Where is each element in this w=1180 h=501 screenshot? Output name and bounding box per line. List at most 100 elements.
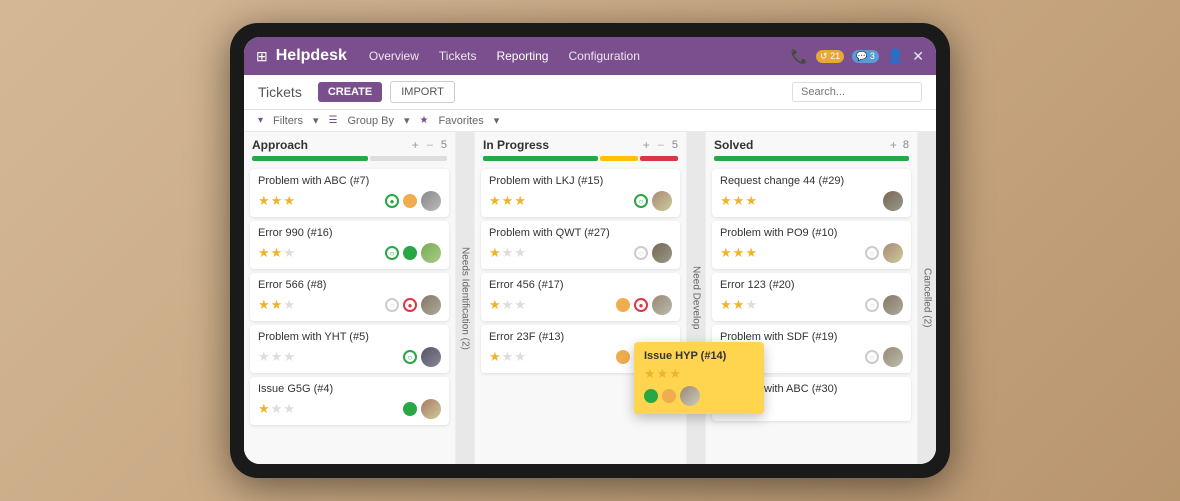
card-title: Problem with YHT (#5)	[258, 331, 441, 343]
col-collapse-inprogress[interactable]: –	[656, 139, 666, 151]
status-dot-green: ●	[385, 194, 399, 208]
groupby-separator: ▾	[404, 114, 410, 127]
stars: ★ ★ ★	[489, 349, 526, 365]
favorites-button[interactable]: Favorites	[438, 115, 483, 127]
import-button[interactable]: IMPORT	[390, 81, 455, 103]
card-title: Problem with LKJ (#15)	[489, 175, 672, 187]
star-3: ★	[514, 297, 526, 313]
star-1: ★	[489, 297, 501, 313]
stars: ★ ★ ★	[258, 349, 295, 365]
card-e456[interactable]: Error 456 (#17) ★ ★ ★ ●	[481, 273, 680, 321]
col-add-solved[interactable]: +	[890, 138, 897, 152]
card-title: Problem with QWT (#27)	[489, 227, 672, 239]
stars: ★ ★ ★	[258, 401, 295, 417]
star-1: ★	[720, 297, 732, 313]
card-lkj15[interactable]: Problem with LKJ (#15) ★ ★ ★ ○	[481, 169, 680, 217]
card-meta: ○	[634, 243, 672, 263]
star-3: ★	[283, 297, 295, 313]
status-dot: ○	[634, 194, 648, 208]
close-icon[interactable]: ✕	[912, 48, 924, 65]
card-title: Error 566 (#8)	[258, 279, 441, 291]
stars: ★ ★ ★	[258, 297, 295, 313]
chat-badge[interactable]: 💬 3	[852, 50, 879, 63]
groupby-icon: ☰	[329, 115, 338, 126]
card-meta: ●	[385, 191, 441, 211]
toolbar: Tickets CREATE IMPORT	[244, 75, 936, 110]
card-e990[interactable]: Error 990 (#16) ★ ★ ★ ○	[250, 221, 449, 269]
card-title: Problem with ABC (#7)	[258, 175, 441, 187]
card-meta: ○	[634, 191, 672, 211]
star-3: ★	[514, 349, 526, 365]
tablet-device: ⊞ Helpdesk Overview Tickets Reporting Co…	[230, 23, 950, 478]
col-header-solved: Solved + 8	[706, 132, 917, 156]
star-2: ★	[502, 193, 514, 209]
col-actions-solved: + 8	[890, 138, 909, 152]
vertical-col-need-develop[interactable]: Need Develop	[687, 132, 705, 464]
group-by-button[interactable]: Group By	[347, 115, 393, 127]
card-meta: ●	[616, 295, 672, 315]
star-3: ★	[669, 366, 681, 382]
star-3: ★	[283, 193, 295, 209]
search-input[interactable]	[792, 82, 922, 102]
col-actions-inprogress: + – 5	[643, 138, 678, 152]
star-3: ★	[514, 193, 526, 209]
stars: ★ ★ ★	[258, 245, 295, 261]
stars: ★ ★ ★	[720, 193, 757, 209]
col-count-solved: 8	[903, 139, 909, 151]
col-title-solved: Solved	[714, 138, 753, 152]
hover-card-hyp14[interactable]: Issue HYP (#14) ★ ★ ★	[634, 342, 764, 414]
clock-badge[interactable]: ↺ 21	[816, 50, 844, 63]
filters-button[interactable]: Filters	[273, 115, 303, 127]
card-title: Problem with PO9 (#10)	[720, 227, 903, 239]
star-icon: ★	[419, 115, 428, 126]
page-title: Tickets	[258, 84, 302, 100]
star-3: ★	[283, 401, 295, 417]
status-dot-orange	[662, 389, 676, 403]
grid-icon[interactable]: ⊞	[256, 48, 268, 65]
avatar	[883, 347, 903, 367]
status-dot: ○	[865, 298, 879, 312]
nav-reporting[interactable]: Reporting	[492, 47, 552, 65]
kanban-col-solved: Solved + 8 Request change 44 (#29)	[706, 132, 917, 464]
card-meta: ○	[403, 347, 441, 367]
card-footer: ★ ★ ★ ○	[720, 295, 903, 315]
card-meta: ○	[385, 243, 441, 263]
kanban-board-container: Approach + – 5 Problem with ABC (#	[244, 132, 936, 464]
star-3: ★	[745, 297, 757, 313]
stars: ★ ★ ★	[489, 193, 526, 209]
star-2: ★	[657, 366, 669, 382]
card-footer: ★ ★ ★	[258, 399, 441, 419]
card-e123[interactable]: Error 123 (#20) ★ ★ ★ ○	[712, 273, 911, 321]
star-3: ★	[745, 193, 757, 209]
hover-card-title: Issue HYP (#14)	[644, 350, 754, 362]
card-qwt27[interactable]: Problem with QWT (#27) ★ ★ ★ ○	[481, 221, 680, 269]
card-e566[interactable]: Error 566 (#8) ★ ★ ★ ○ ●	[250, 273, 449, 321]
avatar	[652, 191, 672, 211]
card-footer: ★ ★ ★ ○	[258, 243, 441, 263]
avatar	[652, 295, 672, 315]
card-po9[interactable]: Problem with PO9 (#10) ★ ★ ★ ○	[712, 221, 911, 269]
card-rc44[interactable]: Request change 44 (#29) ★ ★ ★	[712, 169, 911, 217]
card-footer: ★ ★ ★ ○	[489, 243, 672, 263]
vertical-col-needs-id[interactable]: Needs Identification (2)	[456, 132, 474, 464]
star-1: ★	[489, 193, 501, 209]
card-yht5[interactable]: Problem with YHT (#5) ★ ★ ★ ○	[250, 325, 449, 373]
nav-overview[interactable]: Overview	[365, 47, 423, 65]
col-collapse-approach[interactable]: –	[425, 139, 435, 151]
card-abc7[interactable]: Problem with ABC (#7) ★ ★ ★ ●	[250, 169, 449, 217]
star-2: ★	[271, 245, 283, 261]
col-add-inprogress[interactable]: +	[643, 138, 650, 152]
progress-solved	[714, 156, 909, 161]
nav-tickets[interactable]: Tickets	[435, 47, 481, 65]
phone-icon[interactable]: 📞	[791, 48, 808, 65]
card-g5g4[interactable]: Issue G5G (#4) ★ ★ ★	[250, 377, 449, 425]
status-dot: ○	[385, 246, 399, 260]
ps-green-full	[714, 156, 909, 161]
vertical-col-cancelled[interactable]: Cancelled (2)	[918, 132, 936, 464]
col-add-approach[interactable]: +	[412, 138, 419, 152]
nav-configuration[interactable]: Configuration	[564, 47, 643, 65]
person-icon[interactable]: 👤	[887, 48, 904, 65]
cards-inprogress: Problem with LKJ (#15) ★ ★ ★ ○	[475, 165, 686, 464]
avatar	[652, 243, 672, 263]
create-button[interactable]: CREATE	[318, 82, 382, 102]
